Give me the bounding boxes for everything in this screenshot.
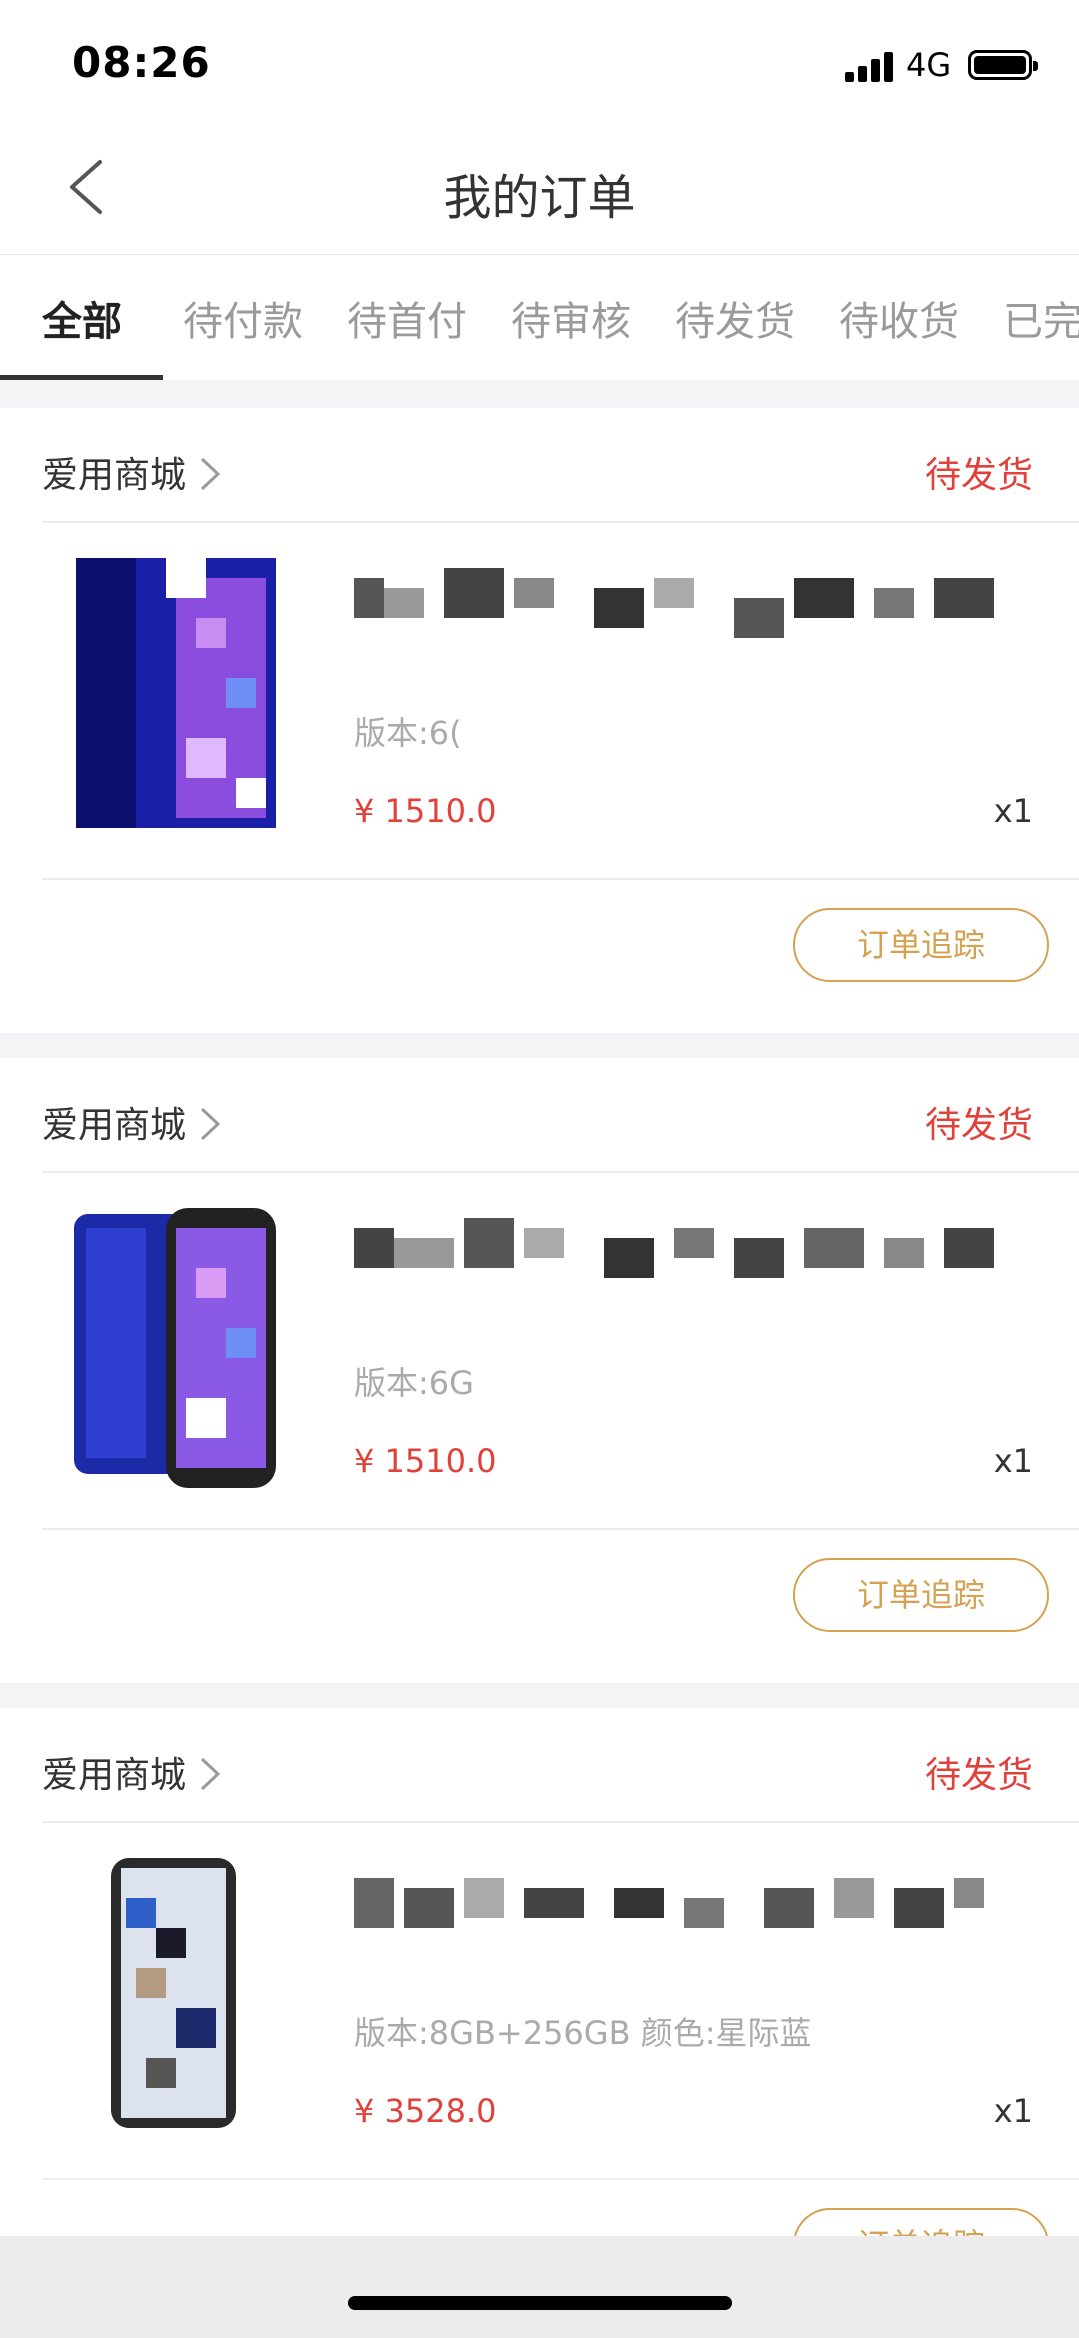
product-name-redacted xyxy=(354,558,1014,648)
divider xyxy=(42,1171,1079,1173)
home-indicator[interactable] xyxy=(348,2296,732,2310)
product-price: ¥ 1510.0 xyxy=(354,1442,497,1480)
product-name-redacted xyxy=(354,1208,1014,1298)
track-order-button[interactable]: 订单追踪 xyxy=(793,1558,1049,1632)
product-name-redacted xyxy=(354,1858,1014,1948)
track-order-button[interactable]: 订单追踪 xyxy=(793,908,1049,982)
store-link[interactable]: 爱用商城 xyxy=(42,1746,224,1798)
store-name: 爱用商城 xyxy=(42,455,187,496)
order-status: 待发货 xyxy=(924,455,1033,496)
nav-bar: 我的订单 xyxy=(0,130,1079,255)
tab-pending-shipment[interactable]: 待发货 xyxy=(675,289,795,347)
chevron-right-icon xyxy=(200,1107,221,1141)
product-version: 版本:6( xyxy=(354,714,462,752)
order-tabs: 全部 待付款 待首付 待审核 待发货 待收货 已完 xyxy=(0,255,1079,380)
status-bar: 08:26 4G xyxy=(0,0,1079,130)
divider xyxy=(42,878,1079,880)
status-time: 08:26 xyxy=(72,38,211,87)
product-version: 版本:8GB+256GB 颜色:星际蓝 xyxy=(354,2014,812,2052)
active-tab-indicator xyxy=(0,375,163,380)
store-name: 爱用商城 xyxy=(42,1105,187,1146)
product-price: ¥ 3528.0 xyxy=(354,2092,497,2130)
product-price: ¥ 1510.0 xyxy=(354,792,497,830)
tab-completed[interactable]: 已完 xyxy=(1003,289,1079,347)
product-quantity: x1 xyxy=(993,1442,1033,1480)
chevron-right-icon xyxy=(200,1757,221,1791)
order-status: 待发货 xyxy=(924,1755,1033,1796)
order-card: 爱用商城 待发货 版本:6( ¥ 1510.0 x1 订单追踪 xyxy=(0,408,1079,1033)
tab-pending-downpayment[interactable]: 待首付 xyxy=(347,289,467,347)
order-card: 爱用商城 待发货 版本:6G ¥ 1510.0 x1 订单追踪 xyxy=(0,1058,1079,1683)
chevron-right-icon xyxy=(200,457,221,491)
signal-icon xyxy=(845,50,897,82)
page-title: 我的订单 xyxy=(443,170,636,226)
tab-pending-review[interactable]: 待审核 xyxy=(511,289,631,347)
product-image[interactable] xyxy=(66,1208,286,1488)
product-quantity: x1 xyxy=(993,792,1033,830)
home-indicator-area xyxy=(0,2236,1079,2338)
product-image[interactable] xyxy=(66,558,286,838)
product-version: 版本:6G xyxy=(354,1364,474,1402)
tab-pending-payment[interactable]: 待付款 xyxy=(183,289,303,347)
divider xyxy=(42,1528,1079,1530)
store-link[interactable]: 爱用商城 xyxy=(42,1096,224,1148)
order-status: 待发货 xyxy=(924,1105,1033,1146)
network-type: 4G xyxy=(906,46,952,84)
tab-all[interactable]: 全部 xyxy=(42,289,122,347)
divider xyxy=(42,1821,1079,1823)
tab-pending-receipt[interactable]: 待收货 xyxy=(839,289,959,347)
product-quantity: x1 xyxy=(993,2092,1033,2130)
divider xyxy=(42,521,1079,523)
product-image[interactable] xyxy=(66,1858,286,2138)
divider xyxy=(42,2178,1079,2180)
store-name: 爱用商城 xyxy=(42,1755,187,1796)
store-link[interactable]: 爱用商城 xyxy=(42,446,224,498)
battery-icon xyxy=(968,50,1038,80)
